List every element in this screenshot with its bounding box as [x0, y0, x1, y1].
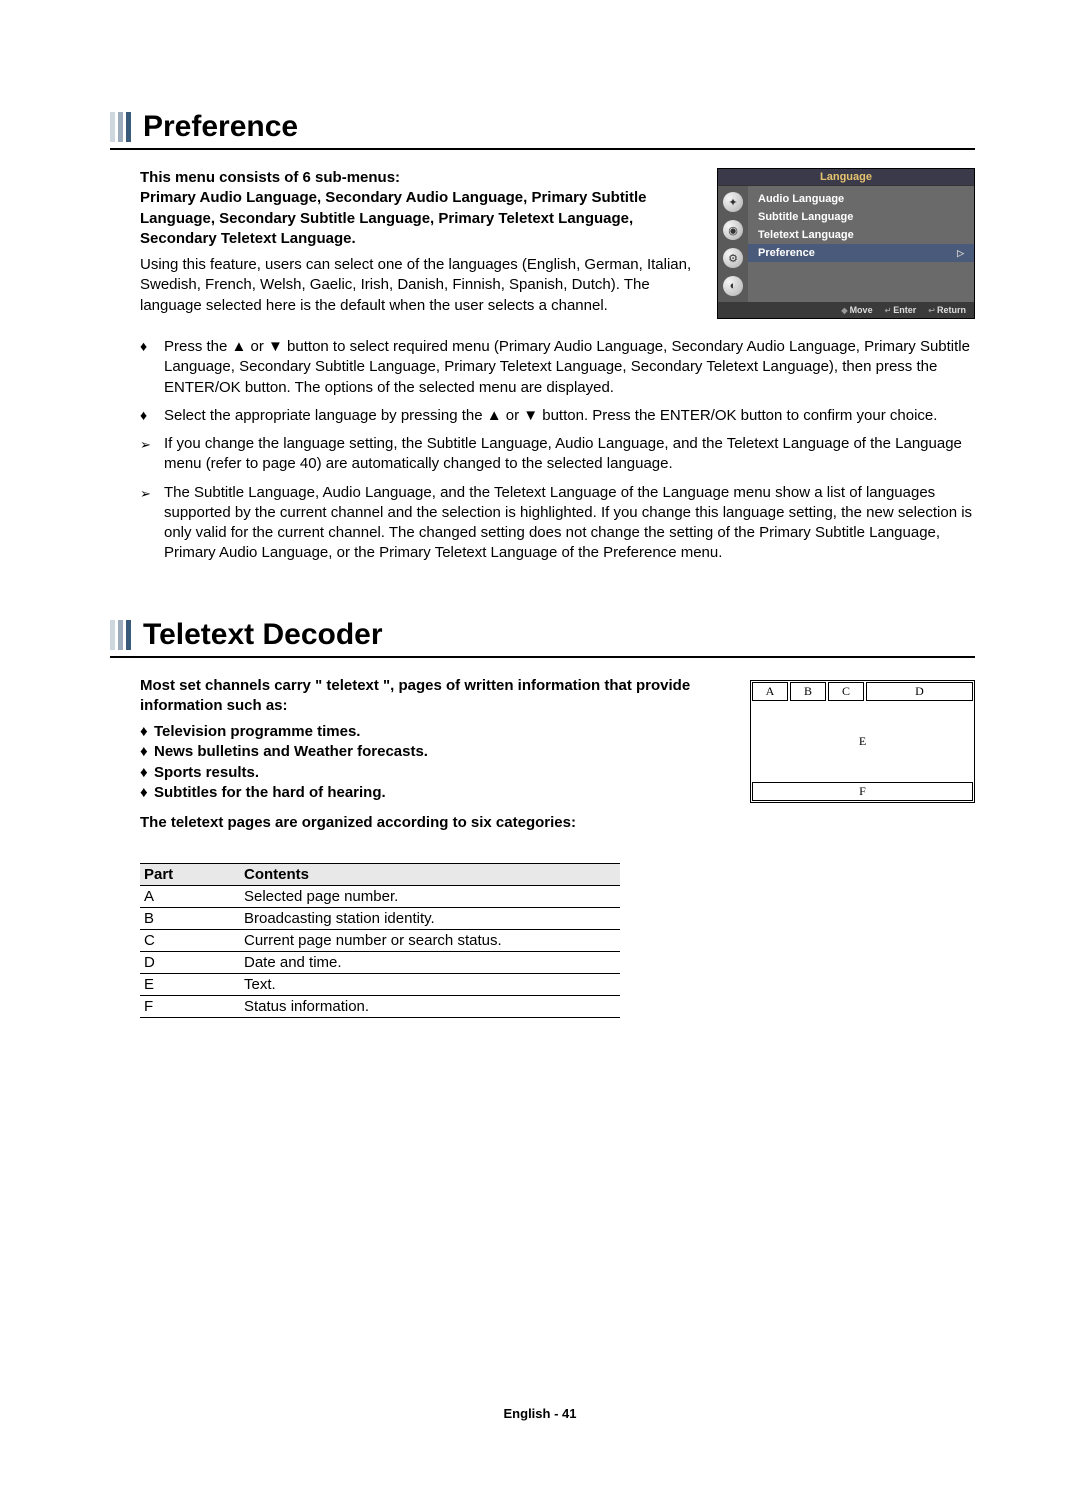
note-arrow-icon: ➢ [140, 483, 164, 503]
preference-intro-plain: Using this feature, users can select one… [140, 255, 697, 316]
osd-icon-column: ✦ ◉ ⚙ ◐ [718, 186, 748, 302]
osd-item-audio[interactable]: Audio Language [748, 190, 974, 208]
diamond-bullet-icon: ♦ [140, 337, 164, 356]
section-title: Preference [143, 110, 298, 144]
diagram-part-f: F [752, 782, 973, 801]
bullet-item: ♦ Press the ▲ or ▼ button to select requ… [140, 337, 975, 398]
table-row: ASelected page number. [140, 886, 620, 908]
osd-item-preference[interactable]: Preference▷ [748, 244, 974, 262]
section-title: Teletext Decoder [143, 618, 383, 652]
teletext-parts-table: Part Contents ASelected page number. BBr… [140, 863, 620, 1018]
osd-move-label: Move [850, 305, 873, 315]
intro-item: Subtitles for the hard of hearing. [154, 783, 386, 803]
intro-item: Sports results. [154, 763, 259, 783]
osd-footer: ◆Move ↵Enter ↩Return [718, 302, 974, 318]
diagram-part-a: A [752, 682, 788, 701]
disc-icon: ◐ [723, 276, 743, 296]
table-header-contents: Contents [240, 864, 620, 886]
gear-icon: ⚙ [723, 248, 743, 268]
table-header-part: Part [140, 864, 240, 886]
diagram-part-b: B [790, 682, 826, 701]
table-row: EText. [140, 974, 620, 996]
diagram-part-c: C [828, 682, 864, 701]
osd-menu: Language ✦ ◉ ⚙ ◐ Audio Language Subtitle… [717, 168, 975, 319]
table-row: DDate and time. [140, 952, 620, 974]
teletext-intro-bold: Most set channels carry " teletext ", pa… [140, 676, 730, 717]
heading-bars-icon [110, 112, 131, 142]
teletext-intro-tail: The teletext pages are organized accordi… [140, 813, 730, 833]
diamond-bullet-icon: ♦ [140, 406, 164, 425]
osd-item-teletext[interactable]: Teletext Language [748, 226, 974, 244]
globe-icon: ✦ [723, 192, 743, 212]
osd-enter-label: Enter [893, 305, 916, 315]
preference-intro-bold: This menu consists of 6 sub-menus: Prima… [140, 168, 697, 249]
section-heading-preference: Preference [110, 110, 975, 150]
osd-return-label: Return [937, 305, 966, 315]
eye-icon: ◉ [723, 220, 743, 240]
chevron-right-icon: ▷ [957, 248, 964, 259]
teletext-intro-list: ♦Television programme times. ♦News bulle… [140, 722, 730, 803]
intro-item: News bulletins and Weather forecasts. [154, 742, 428, 762]
note-arrow-icon: ➢ [140, 434, 164, 454]
diagram-part-e: E [752, 703, 973, 781]
diagram-part-d: D [866, 682, 973, 701]
intro-item: Television programme times. [154, 722, 360, 742]
page-footer: English - 41 [0, 1406, 1080, 1421]
teletext-layout-diagram: A B C D E F [750, 680, 975, 803]
note-item: ➢ If you change the language setting, th… [140, 434, 975, 475]
table-row: BBroadcasting station identity. [140, 908, 620, 930]
bullet-item: ♦ Select the appropriate language by pre… [140, 406, 975, 426]
heading-bars-icon [110, 620, 131, 650]
table-row: CCurrent page number or search status. [140, 930, 620, 952]
osd-title: Language [718, 169, 974, 186]
table-row: FStatus information. [140, 996, 620, 1018]
osd-item-subtitle[interactable]: Subtitle Language [748, 208, 974, 226]
note-item: ➢ The Subtitle Language, Audio Language,… [140, 483, 975, 564]
section-heading-teletext: Teletext Decoder [110, 618, 975, 658]
